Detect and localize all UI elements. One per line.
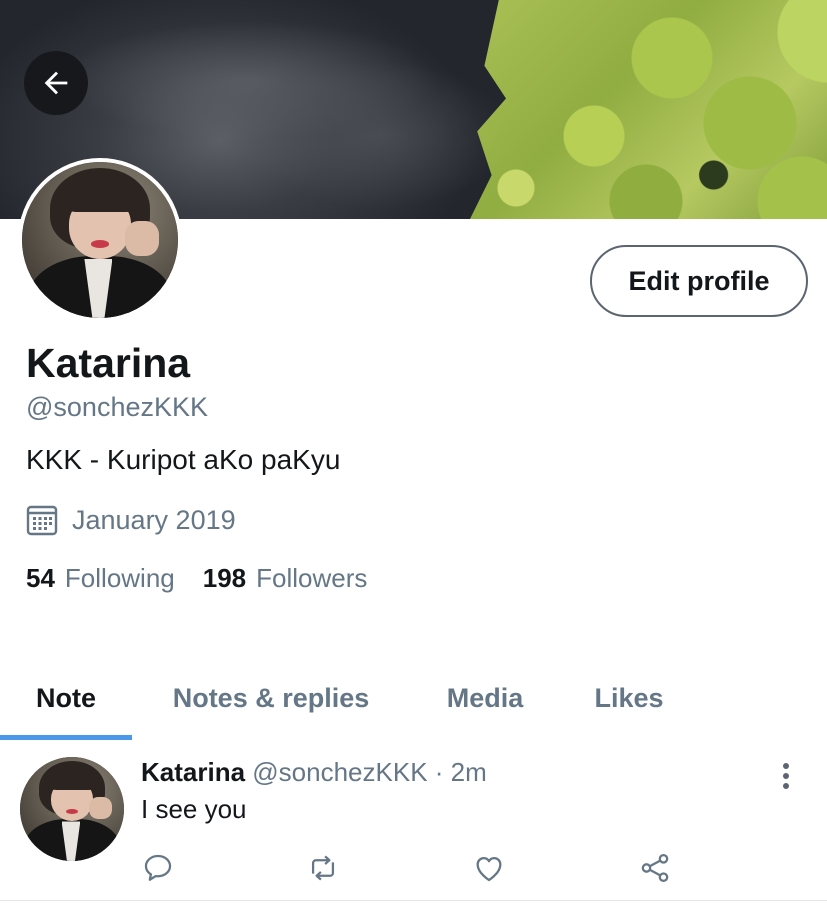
avatar-photo bbox=[20, 757, 124, 861]
profile-display-name: Katarina bbox=[26, 340, 191, 386]
avatar-photo bbox=[22, 162, 178, 318]
active-tab-indicator bbox=[0, 735, 132, 740]
reply-icon bbox=[144, 854, 172, 881]
renote-icon bbox=[311, 855, 335, 881]
tab-note[interactable]: Note bbox=[0, 655, 132, 741]
profile-stats: 54 Following 198 Followers bbox=[26, 563, 367, 594]
banner-foliage bbox=[360, 0, 827, 219]
more-dot bbox=[783, 773, 789, 779]
following-count: 54 bbox=[26, 563, 55, 593]
followers-link[interactable]: 198 Followers bbox=[203, 563, 368, 594]
post-divider bbox=[0, 900, 827, 901]
joined-date: January 2019 bbox=[26, 504, 236, 536]
calendar-icon bbox=[26, 505, 58, 536]
more-options-button[interactable] bbox=[774, 760, 798, 792]
profile-bio: KKK - Kuripot aKo paKyu bbox=[26, 444, 341, 475]
post-time: · 2m bbox=[434, 757, 487, 787]
tab-likes[interactable]: Likes bbox=[570, 655, 688, 741]
profile-tabs: Note Notes & replies Media Likes bbox=[0, 655, 827, 741]
profile-avatar[interactable] bbox=[18, 158, 182, 322]
tab-notes-replies[interactable]: Notes & replies bbox=[142, 655, 400, 741]
following-label: Following bbox=[64, 563, 175, 593]
post-text: I see you bbox=[141, 794, 247, 824]
renote-button[interactable] bbox=[305, 850, 341, 886]
more-dot bbox=[783, 783, 789, 789]
following-link[interactable]: 54 Following bbox=[26, 563, 175, 594]
arrow-left-icon bbox=[44, 71, 68, 95]
followers-label: Followers bbox=[256, 563, 368, 593]
post-author-name[interactable]: Katarina bbox=[141, 757, 245, 787]
share-icon bbox=[641, 853, 669, 883]
edit-profile-button[interactable]: Edit profile bbox=[590, 245, 808, 317]
followers-count: 198 bbox=[202, 563, 247, 593]
joined-date-text: January 2019 bbox=[72, 504, 236, 535]
like-icon bbox=[476, 856, 502, 882]
share-button[interactable] bbox=[637, 850, 673, 886]
post-header: Katarina @sonchezKKK · 2m bbox=[141, 757, 487, 788]
post-author-handle: @sonchezKKK bbox=[252, 757, 428, 787]
profile-handle: @sonchezKKK bbox=[26, 392, 208, 422]
reply-button[interactable] bbox=[140, 850, 176, 886]
more-dot bbox=[783, 763, 789, 769]
post-avatar[interactable] bbox=[20, 757, 124, 861]
like-button[interactable] bbox=[471, 850, 507, 886]
tab-media[interactable]: Media bbox=[420, 655, 550, 741]
back-button[interactable] bbox=[24, 51, 88, 115]
